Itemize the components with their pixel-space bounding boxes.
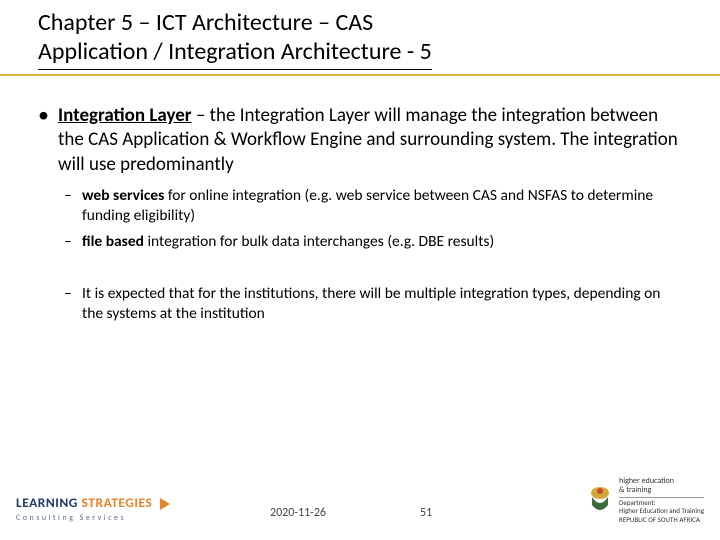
sub-rest: integration for bulk data interchanges (… bbox=[144, 232, 494, 251]
sub-bullet-list: web services for online integration (e.g… bbox=[58, 186, 684, 252]
coat-of-arms-icon bbox=[587, 485, 613, 515]
sub-bullet-item: file based integration for bulk data int… bbox=[82, 232, 684, 252]
bullet-lead-bold: Integration Layer bbox=[58, 104, 192, 127]
logo-right: higher education & training Department: … bbox=[587, 477, 704, 524]
dept-line-2: & training bbox=[619, 485, 651, 495]
slide-header: Chapter 5 – ICT Architecture – CAS Appli… bbox=[0, 0, 720, 76]
slide-title: Chapter 5 – ICT Architecture – CAS Appli… bbox=[38, 8, 432, 70]
logo-word-1: LEARNING bbox=[16, 494, 78, 511]
footer-page-number: 51 bbox=[420, 506, 432, 520]
sub-rest: for online integration (e.g. web service… bbox=[82, 186, 653, 225]
spacer bbox=[58, 258, 684, 276]
logo-subtitle: Consulting Services bbox=[16, 513, 152, 523]
sub-rest: It is expected that for the institutions… bbox=[82, 284, 660, 323]
bullet-item: Integration Layer – the Integration Laye… bbox=[58, 104, 684, 325]
title-line-2: Application / Integration Architecture -… bbox=[38, 37, 432, 66]
bullet-list: Integration Layer – the Integration Laye… bbox=[36, 104, 684, 325]
dept-line-5: REPUBLIC OF SOUTH AFRICA bbox=[619, 515, 700, 524]
department-text: higher education & training Department: … bbox=[619, 477, 704, 524]
dept-line-1: higher education bbox=[619, 476, 674, 486]
sub-bullet-list-2: It is expected that for the institutions… bbox=[58, 284, 684, 324]
sub-bold: web services bbox=[82, 186, 164, 205]
arrow-icon bbox=[160, 498, 170, 510]
sub-bullet-item: web services for online integration (e.g… bbox=[82, 186, 684, 226]
slide-footer: LEARNING STRATEGIES Consulting Services … bbox=[0, 484, 720, 532]
sub-bold: file based bbox=[82, 232, 144, 251]
title-line-1: Chapter 5 – ICT Architecture – CAS bbox=[38, 8, 373, 37]
slide-body: Integration Layer – the Integration Laye… bbox=[0, 76, 720, 325]
logo-text-block: LEARNING STRATEGIES Consulting Services bbox=[16, 493, 152, 523]
footer-date: 2020-11-26 bbox=[270, 506, 326, 520]
logo-left: LEARNING STRATEGIES Consulting Services bbox=[16, 493, 170, 523]
logo-word-2: STRATEGIES bbox=[82, 494, 153, 511]
sub-bullet-item: It is expected that for the institutions… bbox=[82, 284, 684, 324]
